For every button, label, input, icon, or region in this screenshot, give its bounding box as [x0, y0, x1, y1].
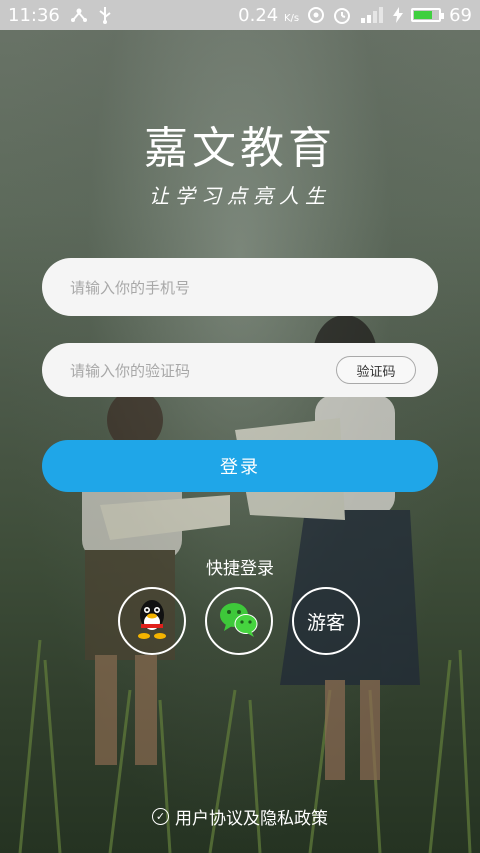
phone-placeholder: 请输入你的手机号: [70, 278, 191, 297]
signal-icon: [359, 7, 385, 23]
battery-icon: [411, 8, 445, 22]
agreement-link[interactable]: ✓ 用户协议及隐私政策: [0, 804, 480, 829]
qq-icon: [134, 598, 170, 644]
network-speed: 0.24 K/s: [238, 4, 300, 26]
check-circle-icon[interactable]: ✓: [152, 808, 169, 825]
agreement-text: 用户协议及隐私政策: [175, 809, 328, 829]
speed-unit: K/s: [283, 12, 300, 24]
alarm-icon: [333, 6, 351, 24]
qq-login-button[interactable]: [118, 587, 186, 655]
usb-icon: [98, 6, 112, 24]
charging-icon: [393, 7, 404, 23]
login-button[interactable]: 登录: [42, 440, 438, 492]
code-placeholder: 请输入你的验证码: [70, 361, 191, 380]
wechat-login-button[interactable]: [205, 587, 273, 655]
get-code-button[interactable]: 验证码: [336, 356, 416, 384]
battery-percent: 69: [449, 4, 472, 26]
status-bar: 11:36 0.24 K/s 69: [0, 0, 480, 30]
wechat-icon: [218, 600, 260, 642]
verification-code-input[interactable]: 请输入你的验证码 验证码: [42, 343, 438, 397]
battery-level: [414, 11, 433, 19]
sync-icon: [307, 6, 325, 24]
status-time: 11:36: [8, 4, 60, 26]
app-title: 嘉文教育: [144, 123, 336, 174]
quick-login-label: 快捷登录: [206, 559, 274, 579]
guest-login-button[interactable]: 游客: [292, 587, 360, 655]
app-slogan: 让学习点亮人生: [149, 184, 331, 208]
phone-input[interactable]: 请输入你的手机号: [42, 258, 438, 316]
usb-tree-icon: [70, 7, 88, 23]
guest-label: 游客: [306, 611, 345, 634]
